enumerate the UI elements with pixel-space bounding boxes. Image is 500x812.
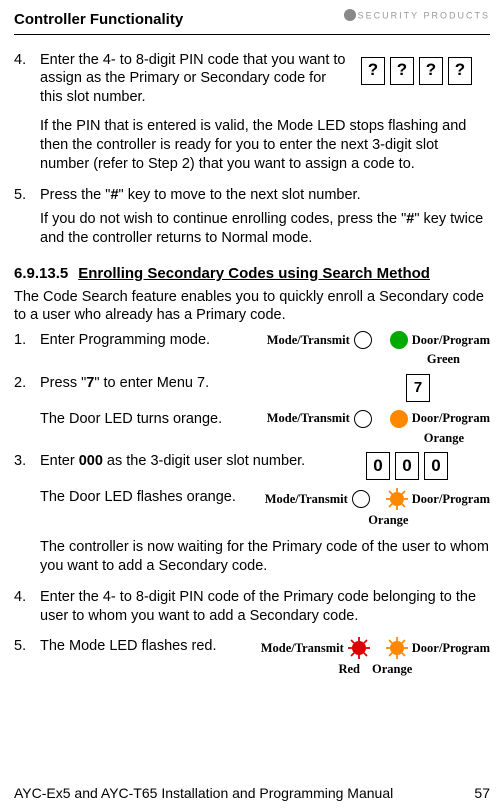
led-status-diagram: Mode/Transmit [261,637,490,659]
door-led-orange-icon [390,410,408,428]
led-label-left: Mode/Transmit [261,640,344,656]
step5a-line2: If you do not wish to continue enrolling… [40,210,490,248]
section-intro: The Code Search feature enables you to q… [14,288,490,326]
led-status-diagram: Mode/Transmit Door/Program [267,410,490,428]
page-heading: Controller Functionality [14,10,183,30]
step4-after: If the PIN that is entered is valid, the… [40,117,490,174]
pin-digit: ? [448,57,472,85]
s2step2-line2: The Door LED turns orange. [40,410,257,429]
pin-digit: 0 [366,452,390,480]
pin-digit: ? [390,57,414,85]
step5a-line1: Press the "#" key to move to the next sl… [40,186,490,205]
list-number: 2. [14,374,40,446]
list-number: 1. [14,331,40,367]
pin-digit: 0 [424,452,448,480]
led-color-labels: RedOrange [338,661,412,677]
list-number: 5. [14,186,40,255]
s2step3-after: The controller is now waiting for the Pr… [40,538,490,576]
footer-doc-title: AYC-Ex5 and AYC-T65 Installation and Pro… [14,784,393,802]
led-label-right: Door/Program [412,410,490,426]
mode-led-flash-red-icon [348,637,370,659]
section-heading: 6.9.13.5 Enrolling Secondary Codes using … [14,264,490,284]
led-color-label: Orange [424,430,464,446]
list-number: 4. [14,588,40,632]
mode-led-off-icon [354,410,372,428]
key-7-icon: 7 [406,374,430,402]
led-color-label: Green [427,351,460,367]
door-led-flash-orange-icon [386,637,408,659]
s2step2-line1: Press "7" to enter Menu 7. [40,374,396,393]
list-number: 5. [14,637,40,677]
led-label-left: Mode/Transmit [267,410,350,426]
section-number: 6.9.13.5 [14,264,68,284]
led-label-right: Door/Program [412,640,490,656]
page-footer: AYC-Ex5 and AYC-T65 Installation and Pro… [14,784,490,802]
brand-mark: SECURITY PRODUCTS [344,10,490,22]
mode-led-off-icon [352,490,370,508]
pin-digit: ? [419,57,443,85]
s2step4-text: Enter the 4- to 8-digit PIN code of the … [40,588,490,626]
footer-page-number: 57 [474,784,490,802]
pin-digit: ? [361,57,385,85]
list-number: 4. [14,51,40,180]
led-label-left: Mode/Transmit [265,491,348,507]
s2step3-line2: The Door LED flashes orange. [40,488,255,507]
pin-entry-display: ? ? ? ? [361,57,472,85]
s2step3-text: Enter 000 as the 3-digit user slot numbe… [40,452,356,471]
s2step1-text: Enter Programming mode. [40,331,257,350]
list-number: 3. [14,452,40,582]
step4-text: Enter the 4- to 8-digit PIN code that yo… [40,51,351,108]
led-status-diagram: Mode/Transmit Door/Program [267,331,490,349]
led-label-right: Door/Program [412,491,490,507]
led-label-right: Door/Program [412,332,490,348]
s2step5-text: The Mode LED flashes red. [40,637,251,656]
pin-digit: 0 [395,452,419,480]
led-status-diagram: Mode/Transmit [265,488,490,510]
led-color-label: Orange [368,512,408,528]
header-rule [14,34,490,35]
mode-led-off-icon [354,331,372,349]
section-title: Enrolling Secondary Codes using Search M… [78,265,430,282]
door-led-flash-orange-icon [386,488,408,510]
led-label-left: Mode/Transmit [267,332,350,348]
door-led-green-icon [390,331,408,349]
